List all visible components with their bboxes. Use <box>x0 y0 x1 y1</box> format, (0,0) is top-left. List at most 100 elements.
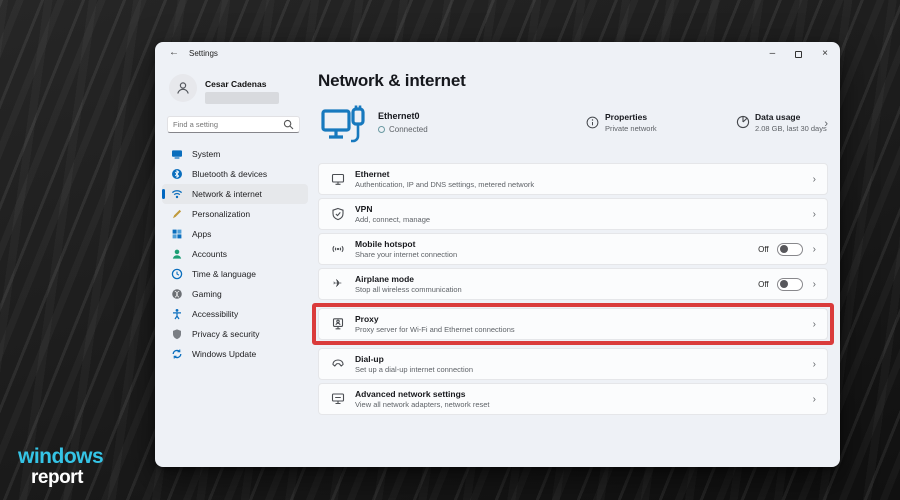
avatar[interactable] <box>169 74 197 102</box>
sidebar-item-bluetooth-devices[interactable]: Bluetooth & devices <box>162 164 308 184</box>
chevron-right-icon[interactable]: › <box>824 118 828 130</box>
shield-icon <box>171 328 183 340</box>
info-icon <box>586 116 599 129</box>
maximize-icon <box>795 50 803 58</box>
page-title: Network & internet <box>318 71 466 90</box>
sidebar-item-network-internet[interactable]: Network & internet <box>162 184 308 204</box>
toggle-knob <box>779 245 788 254</box>
brush-icon <box>171 208 183 220</box>
row-title: Proxy <box>355 313 379 324</box>
sidebar-item-label: System <box>192 149 221 159</box>
sidebar-item-label: Gaming <box>192 289 222 299</box>
row-title: Ethernet <box>355 168 390 179</box>
sidebar-item-label: Accounts <box>192 249 227 259</box>
ethernet-connection-icon <box>321 105 365 143</box>
wifi-icon <box>171 188 183 200</box>
sidebar-item-label: Apps <box>192 229 212 239</box>
data-usage-title: Data usage <box>755 112 801 122</box>
sidebar-item-label: Bluetooth & devices <box>192 169 268 179</box>
row-title: Airplane mode <box>355 273 415 284</box>
sidebar-item-label: Network & internet <box>192 189 262 199</box>
desktop-background: windows report ← Settings – × Cesar Cade… <box>0 0 900 500</box>
sidebar-item-gaming[interactable]: Gaming <box>162 284 308 304</box>
sidebar-item-label: Windows Update <box>192 349 257 359</box>
chevron-right-icon: › <box>812 393 816 405</box>
airplane-mode-toggle[interactable] <box>776 277 803 291</box>
network-status-label: Connected <box>389 125 428 134</box>
main-content: Network & internet Ethernet0 Connected P… <box>312 66 840 467</box>
chevron-right-icon: › <box>812 318 816 330</box>
row-title: VPN <box>355 203 373 214</box>
sidebar-item-accounts[interactable]: Accounts <box>162 244 308 264</box>
row-vpn[interactable]: VPN Add, connect, manage › <box>318 198 828 230</box>
sidebar-item-windows-update[interactable]: Windows Update <box>162 344 308 364</box>
window-title: Settings <box>189 49 218 58</box>
search-input[interactable] <box>173 120 283 129</box>
data-usage-link[interactable]: Data usage 2.08 GB, last 30 days <box>755 112 827 133</box>
ethernet-icon <box>330 172 345 186</box>
data-usage-icon <box>736 115 750 129</box>
apps-grid-icon <box>171 228 183 240</box>
sidebar-item-apps[interactable]: Apps <box>162 224 308 244</box>
row-ethernet[interactable]: Ethernet Authentication, IP and DNS sett… <box>318 163 828 195</box>
sidebar-item-label: Time & language <box>192 269 256 279</box>
user-icon <box>177 82 189 94</box>
row-subtitle: Stop all wireless communication <box>355 285 462 295</box>
maximize-button[interactable] <box>795 50 803 58</box>
logo-windows-text: windows <box>18 445 104 468</box>
bluetooth-icon <box>171 168 183 180</box>
toggle-state-label: Off <box>758 279 769 289</box>
user-email-redacted <box>205 92 279 104</box>
sidebar-item-system[interactable]: System <box>162 144 308 164</box>
chevron-right-icon: › <box>812 208 816 220</box>
advanced-settings-icon <box>330 392 345 406</box>
row-proxy[interactable]: Proxy Proxy server for Wi-Fi and Etherne… <box>318 308 828 340</box>
sidebar-item-privacy-security[interactable]: Privacy & security <box>162 324 308 344</box>
proxy-icon <box>330 317 345 331</box>
back-button[interactable]: ← <box>169 47 179 58</box>
search-icon <box>283 119 294 130</box>
settings-list: Ethernet Authentication, IP and DNS sett… <box>312 163 834 418</box>
data-usage-subtitle: 2.08 GB, last 30 days <box>755 124 827 133</box>
vpn-shield-icon <box>330 207 345 221</box>
row-title: Advanced network settings <box>355 388 466 399</box>
account-icon <box>171 248 183 260</box>
logo-report-text: report <box>31 467 83 488</box>
titlebar: ← Settings – × <box>155 42 840 66</box>
row-title: Dial-up <box>355 353 384 364</box>
network-status-banner: Ethernet0 Connected Properties Private n… <box>318 100 828 156</box>
user-name: Cesar Cadenas <box>205 79 267 89</box>
sidebar-item-personalization[interactable]: Personalization <box>162 204 308 224</box>
row-subtitle: View all network adapters, network reset <box>355 400 490 410</box>
row-subtitle: Proxy server for Wi-Fi and Ethernet conn… <box>355 325 515 335</box>
proxy-highlight-box: Proxy Proxy server for Wi-Fi and Etherne… <box>312 303 834 345</box>
row-subtitle: Set up a dial-up internet connection <box>355 365 473 375</box>
row-airplane-mode[interactable]: ✈ Airplane mode Stop all wireless commun… <box>318 268 828 300</box>
toggle-knob <box>779 280 788 289</box>
close-button[interactable]: × <box>822 49 828 59</box>
properties-title: Properties <box>605 112 648 122</box>
sidebar-item-time-language[interactable]: Time & language <box>162 264 308 284</box>
sidebar-item-accessibility[interactable]: Accessibility <box>162 304 308 324</box>
window-controls: – × <box>770 42 828 66</box>
row-advanced-network-settings[interactable]: Advanced network settings View all netwo… <box>318 383 828 415</box>
row-mobile-hotspot[interactable]: Mobile hotspot Share your internet conne… <box>318 233 828 265</box>
sidebar-nav: System Bluetooth & devices Network & int… <box>162 144 308 364</box>
chevron-right-icon: › <box>812 358 816 370</box>
row-subtitle: Add, connect, manage <box>355 215 431 225</box>
mobile-hotspot-toggle[interactable] <box>776 242 803 256</box>
row-dial-up[interactable]: Dial-up Set up a dial-up internet connec… <box>318 348 828 380</box>
minimize-button[interactable]: – <box>770 49 776 59</box>
chevron-right-icon: › <box>812 243 816 255</box>
xbox-icon <box>171 288 183 300</box>
sidebar-item-label: Personalization <box>192 209 251 219</box>
hotspot-icon <box>330 242 345 256</box>
toggle-state-label: Off <box>758 244 769 254</box>
update-icon <box>171 348 183 360</box>
search-box[interactable] <box>167 116 300 133</box>
sidebar-item-label: Privacy & security <box>192 329 260 339</box>
properties-subtitle: Private network <box>605 124 657 133</box>
properties-link[interactable]: Properties Private network <box>605 112 657 133</box>
clock-icon <box>171 268 183 280</box>
row-subtitle: Authentication, IP and DNS settings, met… <box>355 180 535 190</box>
